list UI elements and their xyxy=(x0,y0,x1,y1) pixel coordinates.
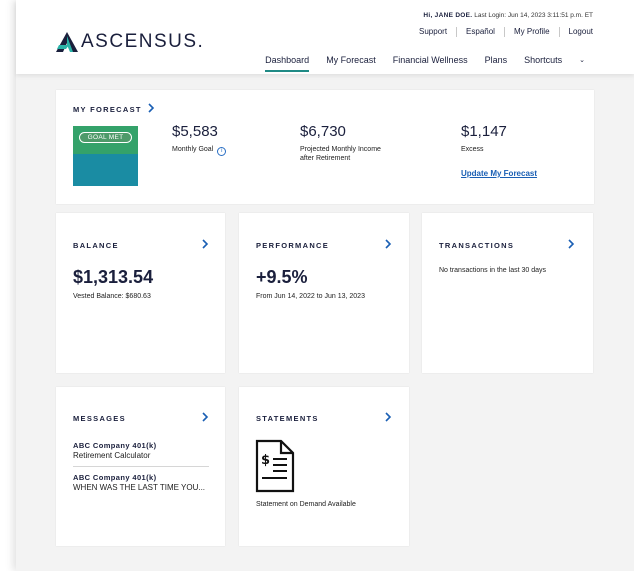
forecast-title: MY FORECAST xyxy=(73,105,142,114)
performance-chevron-right-icon[interactable] xyxy=(384,239,392,249)
svg-text:$: $ xyxy=(261,453,270,468)
message-item[interactable]: ABC Company 401(k) WHEN WAS THE LAST TIM… xyxy=(73,473,209,492)
transactions-empty-message: No transactions in the last 30 days xyxy=(439,267,547,274)
utility-links: Support Español My Profile Logout xyxy=(410,27,593,37)
monthly-goal-value: $5,583 xyxy=(172,123,218,140)
vested-balance: Vested Balance: $680.63 xyxy=(73,293,151,300)
update-forecast-link[interactable]: Update My Forecast xyxy=(461,169,537,178)
main-nav: Dashboard My Forecast Financial Wellness… xyxy=(248,55,585,72)
goal-status-graphic: GOAL MET xyxy=(73,126,138,186)
balance-value: $1,313.54 xyxy=(73,267,154,287)
statements-title: STATEMENTS xyxy=(256,414,319,423)
balance-title: BALANCE xyxy=(73,241,119,250)
monthly-goal-label: Monthly Goal xyxy=(172,146,214,153)
forecast-chevron-right-icon[interactable] xyxy=(147,103,155,113)
app-window: ASCENSUS. Hi, JANE DOE. Last Login: Jun … xyxy=(16,0,634,571)
nav-shortcuts-label: Shortcuts xyxy=(524,55,563,65)
transactions-card[interactable]: TRANSACTIONS No transactions in the last… xyxy=(422,213,593,373)
ascensus-logo[interactable]: ASCENSUS. xyxy=(56,30,204,54)
nav-dashboard[interactable]: Dashboard xyxy=(265,55,310,72)
monthly-goal-label-row: Monthly Goal i xyxy=(172,145,227,156)
balance-chevron-right-icon[interactable] xyxy=(201,239,209,249)
statements-card[interactable]: STATEMENTS $ Statement on Demand Availab… xyxy=(239,387,409,546)
logout-link[interactable]: Logout xyxy=(558,27,593,37)
message-subject: Retirement Calculator xyxy=(73,451,151,460)
brand-name: ASCENSUS. xyxy=(81,31,205,52)
excess-label: Excess xyxy=(461,146,484,153)
projected-income-label: Projected Monthly Income after Retiremen… xyxy=(300,145,381,163)
nav-shortcuts[interactable]: Shortcuts ⌄ xyxy=(524,55,585,72)
last-login: Last Login: Jun 14, 2023 3:11:51 p.m. ET xyxy=(474,12,593,19)
greeting-name: Hi, JANE DOE. xyxy=(423,12,473,19)
statement-document-icon: $ xyxy=(255,439,295,493)
transactions-title: TRANSACTIONS xyxy=(439,241,515,250)
info-icon[interactable]: i xyxy=(217,147,227,156)
message-item[interactable]: ABC Company 401(k) Retirement Calculator xyxy=(73,441,209,460)
messages-title: MESSAGES xyxy=(73,414,126,423)
performance-period: From Jun 14, 2022 to Jun 13, 2023 xyxy=(256,293,365,300)
projected-label-line1: Projected Monthly Income xyxy=(300,146,381,153)
espanol-link[interactable]: Español xyxy=(456,27,504,37)
message-divider xyxy=(73,466,209,467)
user-greeting: Hi, JANE DOE. Last Login: Jun 14, 2023 3… xyxy=(423,12,593,19)
message-company: ABC Company 401(k) xyxy=(73,441,157,450)
my-profile-link[interactable]: My Profile xyxy=(503,27,559,37)
transactions-chevron-right-icon[interactable] xyxy=(567,239,575,249)
nav-my-forecast[interactable]: My Forecast xyxy=(326,55,376,72)
nav-financial-wellness[interactable]: Financial Wellness xyxy=(393,55,468,72)
message-subject: WHEN WAS THE LAST TIME YOU... xyxy=(73,483,206,492)
performance-card[interactable]: PERFORMANCE +9.5% From Jun 14, 2022 to J… xyxy=(239,213,409,373)
support-link[interactable]: Support xyxy=(410,27,456,37)
projected-income-value: $6,730 xyxy=(300,123,346,140)
messages-chevron-right-icon[interactable] xyxy=(201,412,209,422)
chevron-down-icon: ⌄ xyxy=(579,57,585,64)
performance-value: +9.5% xyxy=(256,267,308,287)
statements-chevron-right-icon[interactable] xyxy=(384,412,392,422)
nav-plans[interactable]: Plans xyxy=(485,55,508,72)
message-company: ABC Company 401(k) xyxy=(73,473,157,482)
statement-caption: Statement on Demand Available xyxy=(256,501,356,508)
performance-title: PERFORMANCE xyxy=(256,241,330,250)
forecast-card: MY FORECAST GOAL MET $5,583 Monthly Goal… xyxy=(56,90,594,204)
goal-met-badge: GOAL MET xyxy=(79,132,132,143)
logo-mark-icon xyxy=(56,32,78,52)
balance-card[interactable]: BALANCE $1,313.54 Vested Balance: $680.6… xyxy=(56,213,225,373)
messages-card[interactable]: MESSAGES ABC Company 401(k) Retirement C… xyxy=(56,387,225,546)
excess-value: $1,147 xyxy=(461,123,507,140)
projected-label-line2: after Retirement xyxy=(300,155,351,162)
top-header: ASCENSUS. Hi, JANE DOE. Last Login: Jun … xyxy=(16,0,634,74)
